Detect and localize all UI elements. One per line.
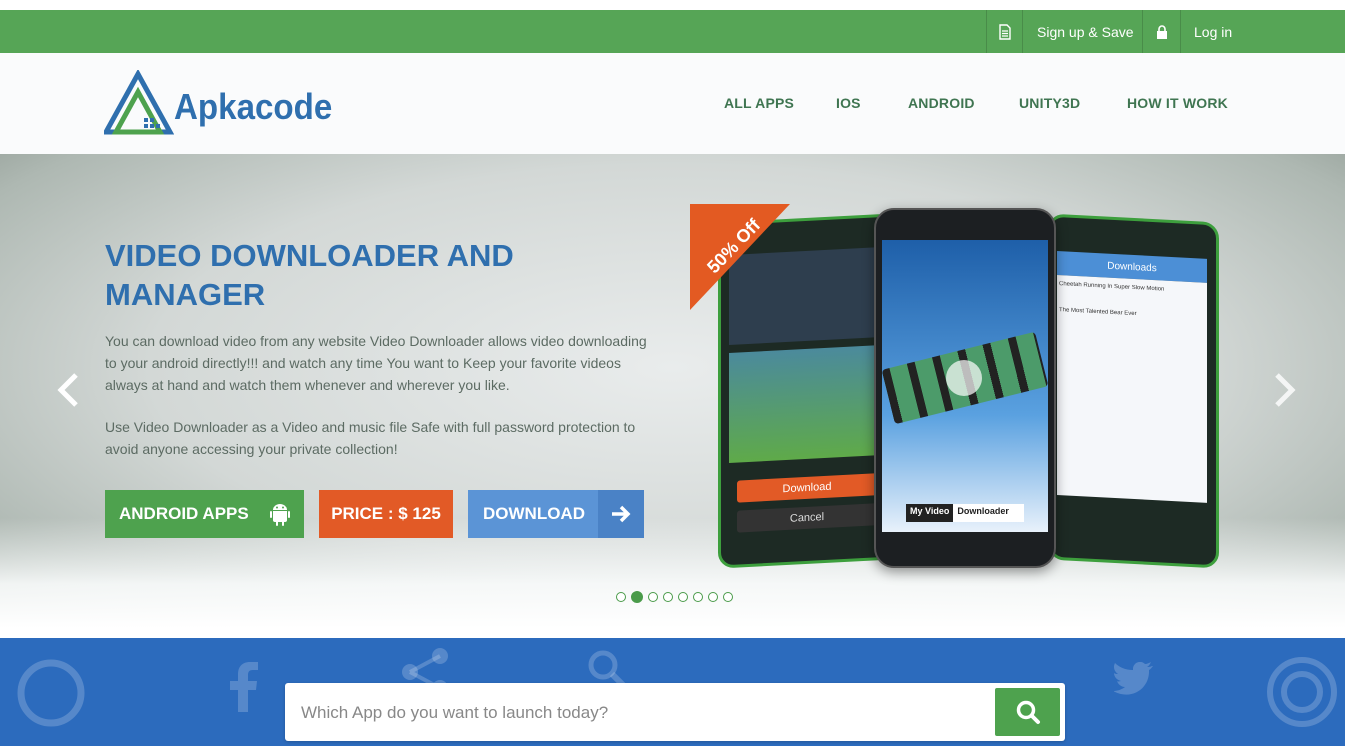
facebook-icon: [230, 662, 258, 712]
download-label: DOWNLOAD: [483, 504, 585, 523]
phone-center-label: My Video Downloader: [906, 504, 1024, 522]
slider-dot[interactable]: [616, 592, 626, 602]
android-apps-label: ANDROID APPS: [119, 504, 249, 523]
whatsapp-icon: [17, 659, 85, 727]
search-band: [0, 638, 1345, 746]
lock-icon[interactable]: [1142, 10, 1181, 53]
signup-link[interactable]: Sign up & Save: [1022, 10, 1142, 53]
slider-dot[interactable]: [663, 592, 673, 602]
search-box: [285, 683, 1065, 741]
top-strip: [0, 0, 1345, 10]
nav-how-it-work[interactable]: HOW IT WORK: [1127, 95, 1228, 111]
hero-paragraph-2: Use Video Downloader as a Video and musi…: [105, 419, 636, 457]
login-link[interactable]: Log in: [1180, 10, 1250, 53]
android-apps-button[interactable]: ANDROID APPS: [105, 490, 304, 538]
phone-center: My Video Downloader: [874, 208, 1056, 568]
price-button[interactable]: PRICE : $ 125: [319, 490, 453, 538]
search-input[interactable]: [299, 695, 983, 731]
document-icon[interactable]: [986, 10, 1023, 53]
top-bar: Sign up & Save Log in: [0, 10, 1345, 53]
nav-unity3d[interactable]: UNITY3D: [1019, 95, 1080, 111]
nav-ios[interactable]: IOS: [836, 95, 861, 111]
download-button[interactable]: DOWNLOAD: [468, 490, 644, 538]
slider-dot[interactable]: [723, 592, 733, 602]
price-label: PRICE : $ 125: [331, 504, 441, 523]
phone-download-label: Download: [737, 473, 877, 503]
discount-badge: 50% Off: [690, 204, 790, 310]
login-label: Log in: [1194, 23, 1233, 40]
arrow-right-icon: [598, 490, 644, 538]
chevron-left-icon[interactable]: [56, 372, 80, 417]
phone-right: Downloads Cheetah Running In Super Slow …: [1048, 213, 1219, 569]
phones-illustration: Download Cancel Downloads Cheetah Runnin…: [688, 204, 1228, 574]
android-icon: [270, 502, 290, 531]
slider-dot[interactable]: [648, 592, 658, 602]
twitter-icon: [1114, 662, 1153, 695]
signup-label: Sign up & Save: [1037, 23, 1134, 40]
hero-slider: VIDEO DOWNLOADER AND MANAGER You can dow…: [0, 154, 1345, 628]
hero-paragraph-1: You can download video from any website …: [105, 333, 647, 393]
search-icon: [1016, 700, 1040, 724]
phone-center-label-a: My Video: [906, 504, 954, 522]
slider-dot[interactable]: [678, 592, 688, 602]
logo-mark-icon: [101, 68, 175, 135]
search-button[interactable]: [995, 688, 1060, 736]
slider-dot[interactable]: [708, 592, 718, 602]
brand-name[interactable]: Apkacode: [174, 86, 332, 128]
phone-cancel-label: Cancel: [737, 503, 877, 533]
slider-dot-active[interactable]: [631, 591, 643, 603]
nav-android[interactable]: ANDROID: [908, 95, 975, 111]
hero-title: VIDEO DOWNLOADER AND MANAGER: [105, 238, 514, 312]
slider-dots: [616, 591, 733, 603]
slider-dot[interactable]: [693, 592, 703, 602]
nav-all-apps[interactable]: ALL APPS: [724, 95, 794, 111]
chevron-right-icon[interactable]: [1273, 372, 1297, 417]
target-icon: [1267, 657, 1337, 727]
phone-center-label-b: Downloader: [957, 506, 1009, 516]
